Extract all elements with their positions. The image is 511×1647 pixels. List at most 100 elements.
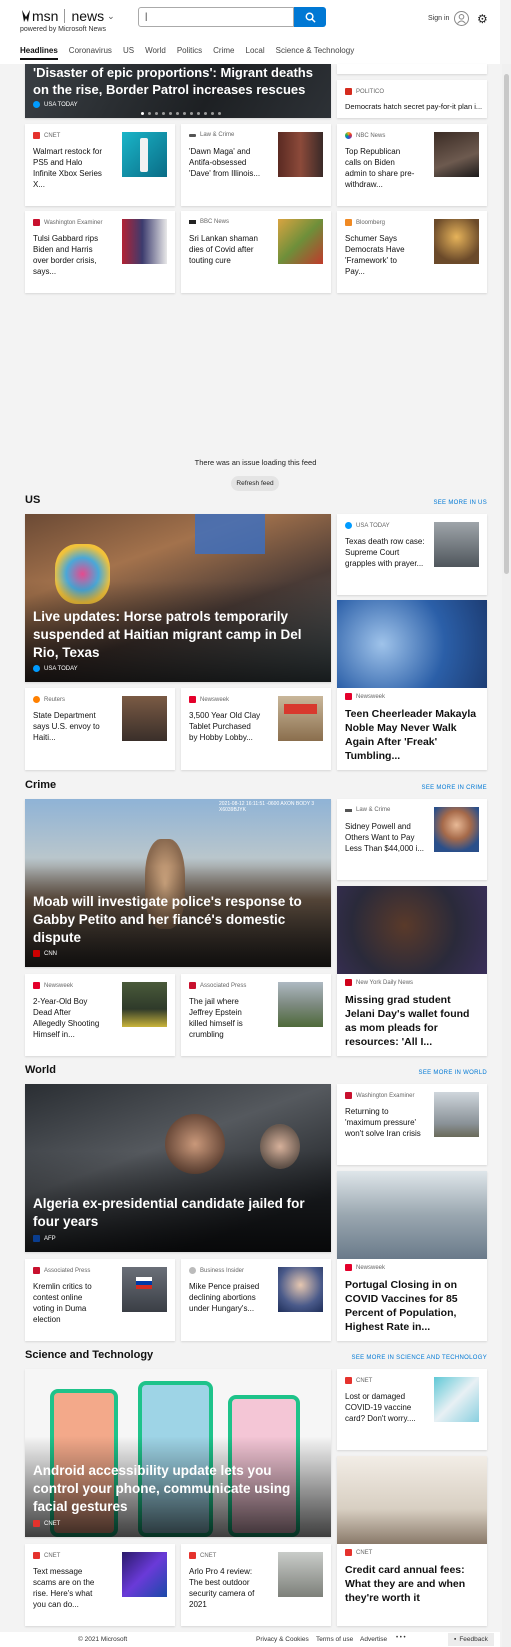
ap-logo-icon [189, 982, 196, 989]
bloomberg-logo-icon [345, 219, 352, 226]
chevron-down-icon[interactable]: ⌄ [107, 11, 115, 22]
world-hero-card[interactable]: Algeria ex-presidential candidate jailed… [25, 1084, 331, 1252]
card-title[interactable]: Lost or damaged COVID-19 vaccine card? D… [345, 1391, 425, 1424]
news-card[interactable]: Bloomberg Schumer Says Democrats Have 'F… [337, 211, 487, 293]
news-card[interactable]: CNET Walmart restock for PS5 and Halo In… [25, 124, 175, 206]
tab-science-technology[interactable]: Science & Technology [276, 46, 355, 60]
search-input[interactable]: | [138, 7, 294, 27]
crime-hero-title[interactable]: Moab will investigate police's response … [33, 893, 321, 947]
card-title[interactable]: Mike Pence praised declining abortions u… [189, 1281, 261, 1314]
card-title[interactable]: Texas death row case: Supreme Court grap… [345, 536, 425, 569]
side-card-big[interactable]: Newsweek Portugal Closing in on COVID Va… [337, 1171, 487, 1341]
top-hero-title[interactable]: 'Disaster of epic proportions': Migrant … [33, 64, 321, 98]
thumbnail-gabbard [122, 219, 167, 264]
tab-politics[interactable]: Politics [177, 46, 202, 60]
card-title[interactable]: Portugal Closing in on COVID Vaccines fo… [345, 1278, 479, 1334]
news-card[interactable]: Law & Crime 'Dawn Maga' and Antifa-obses… [181, 124, 331, 206]
washington-examiner-logo-icon [345, 1092, 352, 1099]
side-card-small[interactable]: Law & Crime Sidney Powell and Others Wan… [337, 799, 487, 880]
news-card[interactable]: CNET Arlo Pro 4 review: The best outdoor… [181, 1544, 331, 1626]
scrollbar-thumb[interactable] [504, 74, 509, 574]
feedback-icon: ▪ [454, 1636, 457, 1643]
news-card[interactable]: Washington Examiner Tulsi Gabbard rips B… [25, 211, 175, 293]
news-card[interactable]: NBC News Top Republican calls on Biden a… [337, 124, 487, 206]
carousel-dots[interactable] [141, 112, 221, 115]
signin-link[interactable]: Sign in [428, 15, 449, 22]
news-card[interactable]: Associated Press Kremlin critics to cont… [25, 1259, 175, 1341]
gear-icon[interactable]: ⚙ [477, 12, 488, 26]
footer-more-icon[interactable]: • • • [396, 1635, 406, 1641]
side-card-above[interactable] [337, 64, 487, 74]
card-title[interactable]: Top Republican calls on Biden admin to s… [345, 146, 417, 190]
card-title[interactable]: Sri Lankan shaman dies of Covid after to… [189, 233, 261, 266]
card-title[interactable]: Text message scams are on the rise. Here… [33, 1566, 105, 1610]
cnet-logo-icon [345, 1377, 352, 1384]
newsweek-logo-icon [33, 982, 40, 989]
card-title[interactable]: Teen Cheerleader Makayla Noble May Never… [345, 707, 479, 763]
scitech-hero-card[interactable]: Android accessibility update lets you co… [25, 1369, 331, 1537]
scitech-hero-title[interactable]: Android accessibility update lets you co… [33, 1462, 321, 1516]
logo-msn-text: msn [32, 8, 59, 24]
card-title[interactable]: Kremlin critics to contest online voting… [33, 1281, 105, 1325]
tab-us[interactable]: US [123, 46, 134, 60]
card-title[interactable]: Missing grad student Jelani Day's wallet… [345, 993, 479, 1049]
tab-coronavirus[interactable]: Coronavirus [69, 46, 112, 60]
side-card-big[interactable]: CNET Credit card annual fees: What they … [337, 1456, 487, 1626]
top-hero-card[interactable]: 'Disaster of epic proportions': Migrant … [25, 64, 331, 118]
card-title[interactable]: 3,500 Year Old Clay Tablet Purchased by … [189, 710, 261, 743]
see-more-us-link[interactable]: SEE MORE IN US [380, 500, 487, 506]
us-hero-card[interactable]: Live updates: Horse patrols temporarily … [25, 514, 331, 682]
footer-advertise-link[interactable]: Advertise [360, 1636, 387, 1643]
us-hero-title[interactable]: Live updates: Horse patrols temporarily … [33, 608, 321, 662]
thumbnail-arlo-camera [278, 1552, 323, 1597]
footer-copyright: © 2021 Microsoft [78, 1636, 128, 1643]
tab-world[interactable]: World [145, 46, 166, 60]
feedback-button[interactable]: ▪ Feedback [448, 1633, 494, 1646]
side-card-small[interactable]: CNET Lost or damaged COVID-19 vaccine ca… [337, 1369, 487, 1450]
side-card-politico[interactable]: POLITICO Democrats hatch secret pay-for-… [337, 80, 487, 118]
thumbnail-vaccine-card [434, 1377, 479, 1422]
news-card[interactable]: Reuters State Department says U.S. envoy… [25, 688, 175, 770]
see-more-world-link[interactable]: SEE MORE IN WORLD [380, 1070, 487, 1076]
news-card[interactable]: Business Insider Mike Pence praised decl… [181, 1259, 331, 1341]
card-title[interactable]: State Department says U.S. envoy to Hait… [33, 710, 105, 743]
side-card-small[interactable]: Washington Examiner Returning to 'maximu… [337, 1084, 487, 1165]
footer-terms-link[interactable]: Terms of use [316, 1636, 353, 1643]
card-title[interactable]: Walmart restock for PS5 and Halo Infinit… [33, 146, 105, 190]
side-card-title[interactable]: Democrats hatch secret pay-for-it plan i… [345, 102, 482, 111]
card-title[interactable]: Schumer Says Democrats Have 'Framework' … [345, 233, 417, 277]
tab-local[interactable]: Local [246, 46, 265, 60]
news-card[interactable]: Associated Press The jail where Jeffrey … [181, 974, 331, 1056]
news-card[interactable]: Newsweek 3,500 Year Old Clay Tablet Purc… [181, 688, 331, 770]
card-title[interactable]: Returning to 'maximum pressure' won't so… [345, 1106, 425, 1139]
card-title[interactable]: Credit card annual fees: What they are a… [345, 1563, 479, 1605]
search-button[interactable] [294, 7, 326, 27]
card-title[interactable]: 'Dawn Maga' and Antifa-obsessed 'Dave' f… [189, 146, 261, 179]
crime-hero-card[interactable]: 2021-08-12 16:11:51 -0600 AXON BODY 3 X6… [25, 799, 331, 967]
world-hero-title[interactable]: Algeria ex-presidential candidate jailed… [33, 1195, 321, 1231]
side-card-small[interactable]: USA TODAY Texas death row case: Supreme … [337, 514, 487, 595]
refresh-feed-button[interactable]: Refresh feed [231, 476, 279, 491]
side-card-big[interactable]: Newsweek Teen Cheerleader Makayla Noble … [337, 600, 487, 770]
card-title[interactable]: The jail where Jeffrey Epstein killed hi… [189, 996, 261, 1040]
msn-logo[interactable]: msn news ⌄ [20, 8, 115, 24]
search-icon [305, 12, 316, 23]
see-more-scitech-link[interactable]: SEE MORE IN SCIENCE AND TECHNOLOGY [300, 1355, 487, 1361]
news-card[interactable]: Newsweek 2-Year-Old Boy Dead After Alleg… [25, 974, 175, 1056]
ap-logo-icon [33, 1267, 40, 1274]
avatar-icon[interactable] [454, 11, 469, 26]
credit-card-image [337, 1456, 487, 1544]
tab-headlines[interactable]: Headlines [20, 46, 58, 60]
scrollbar[interactable] [502, 64, 511, 1647]
tab-crime[interactable]: Crime [213, 46, 234, 60]
footer-privacy-link[interactable]: Privacy & Cookies [256, 1636, 309, 1643]
thumbnail-jail [278, 982, 323, 1027]
side-card-big[interactable]: New York Daily News Missing grad student… [337, 886, 487, 1056]
card-title[interactable]: Arlo Pro 4 review: The best outdoor secu… [189, 1566, 261, 1610]
card-title[interactable]: 2-Year-Old Boy Dead After Allegedly Shoo… [33, 996, 105, 1040]
card-title[interactable]: Sidney Powell and Others Want to Pay Les… [345, 821, 425, 854]
card-title[interactable]: Tulsi Gabbard rips Biden and Harris over… [33, 233, 105, 277]
news-card[interactable]: CNET Text message scams are on the rise.… [25, 1544, 175, 1626]
news-card[interactable]: BBC News Sri Lankan shaman dies of Covid… [181, 211, 331, 293]
see-more-crime-link[interactable]: SEE MORE IN CRIME [380, 785, 487, 791]
